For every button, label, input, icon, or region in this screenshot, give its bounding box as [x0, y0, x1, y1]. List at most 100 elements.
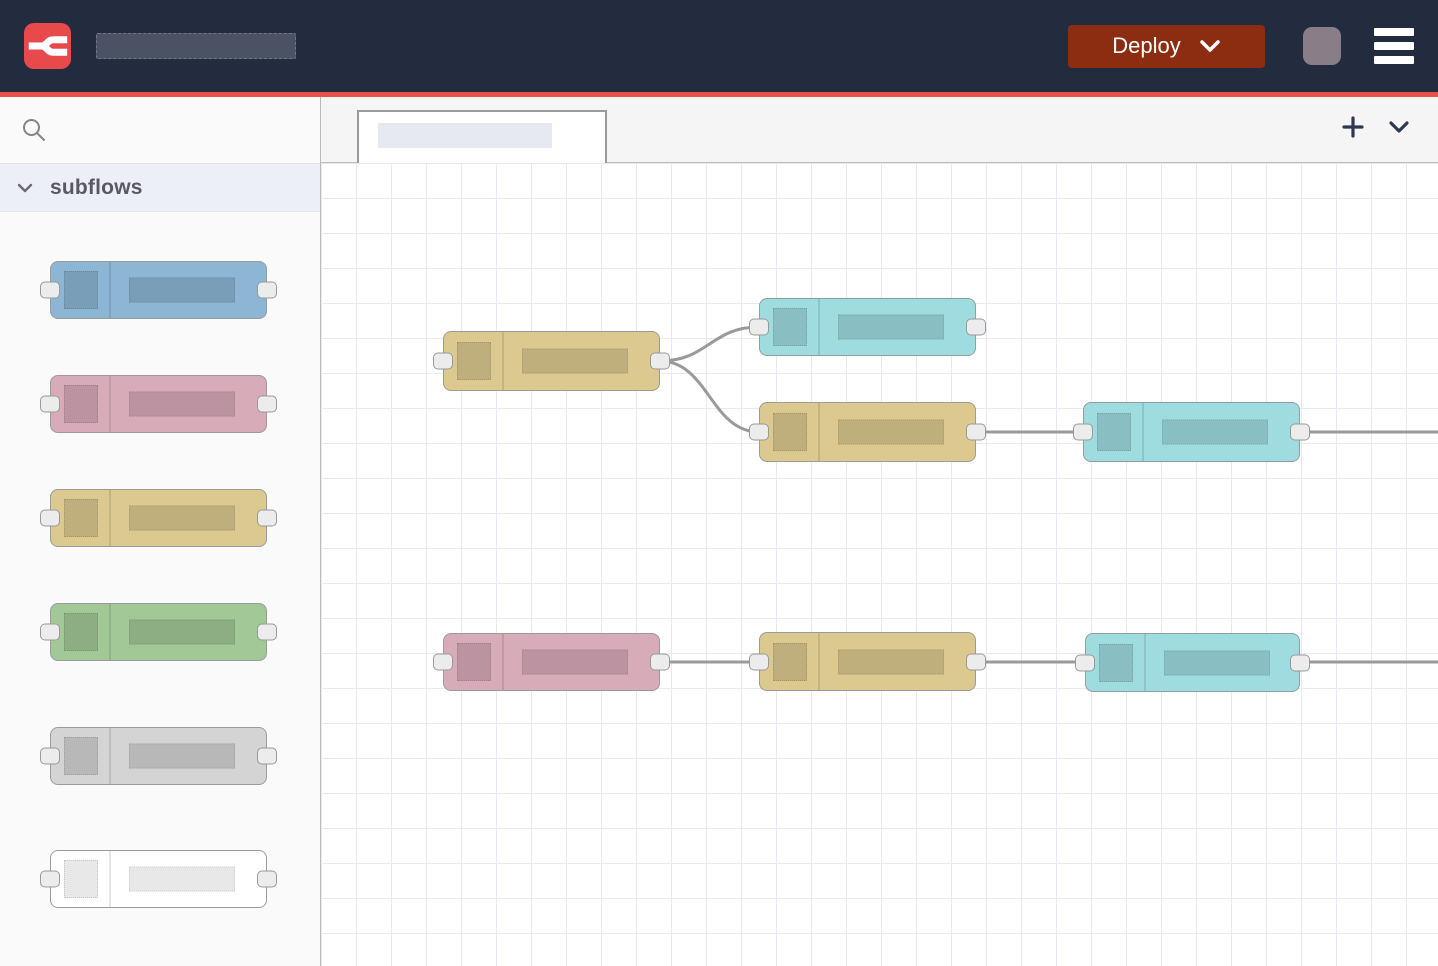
node-red-fork-icon	[28, 26, 68, 66]
node-divider	[109, 604, 111, 660]
node-input-port[interactable]	[1075, 654, 1095, 671]
node-label-placeholder	[838, 649, 944, 674]
node-output-port[interactable]	[650, 654, 670, 671]
node-icon	[64, 385, 98, 423]
flow-node-yellow-3[interactable]	[759, 632, 976, 691]
node-icon	[64, 613, 98, 651]
node-icon	[64, 737, 98, 775]
node-input-port[interactable]	[40, 282, 60, 299]
node-icon	[64, 860, 98, 898]
node-divider	[502, 634, 504, 690]
chevron-down-icon	[17, 183, 33, 193]
palette-sidebar: subflows	[0, 97, 321, 966]
deploy-button[interactable]: Deploy	[1068, 25, 1265, 68]
flow-node-cyan-3[interactable]	[1085, 633, 1300, 692]
palette-node-green[interactable]	[50, 603, 267, 661]
node-label-placeholder	[522, 349, 628, 374]
tab-actions	[1342, 97, 1410, 157]
chevron-down-icon	[1388, 119, 1410, 135]
node-divider	[109, 376, 111, 432]
wire[interactable]	[660, 361, 759, 432]
search-icon	[21, 117, 47, 143]
node-icon	[1097, 413, 1131, 451]
node-label-placeholder	[1162, 420, 1268, 445]
node-input-port[interactable]	[749, 424, 769, 441]
node-icon	[457, 643, 491, 681]
user-avatar[interactable]	[1303, 27, 1341, 65]
node-input-port[interactable]	[1073, 424, 1093, 441]
node-divider	[109, 728, 111, 784]
node-input-port[interactable]	[40, 624, 60, 641]
app-logo	[24, 23, 71, 69]
node-input-port[interactable]	[40, 396, 60, 413]
node-input-port[interactable]	[40, 748, 60, 765]
subflows-section-label: subflows	[50, 176, 143, 200]
workspace	[321, 97, 1438, 966]
node-label-placeholder	[522, 650, 628, 675]
flow-canvas[interactable]	[321, 163, 1438, 966]
node-divider	[818, 299, 820, 355]
node-label-placeholder	[129, 867, 235, 892]
flow-node-cyan-1[interactable]	[759, 298, 976, 356]
palette-node-blue[interactable]	[50, 261, 267, 319]
flow-node-yellow-2[interactable]	[759, 402, 976, 462]
flow-node-pink-1[interactable]	[443, 633, 660, 691]
node-output-port[interactable]	[966, 319, 986, 336]
node-divider	[1142, 403, 1144, 461]
flow-editor-app: Deploy subflows	[0, 0, 1438, 966]
node-label-placeholder	[838, 315, 944, 340]
node-icon	[1099, 644, 1133, 682]
workspace-title-placeholder	[96, 33, 296, 59]
menu-icon[interactable]	[1374, 28, 1414, 64]
palette-search[interactable]	[0, 97, 320, 163]
subflows-section-header[interactable]: subflows	[0, 163, 320, 212]
node-divider	[1144, 634, 1146, 691]
node-icon	[64, 499, 98, 537]
node-input-port[interactable]	[749, 653, 769, 670]
node-label-placeholder	[129, 506, 235, 531]
flow-list-button[interactable]	[1388, 119, 1410, 135]
node-output-port[interactable]	[257, 510, 277, 527]
flow-tab-bar	[321, 97, 1438, 163]
node-label-placeholder	[129, 392, 235, 417]
node-output-port[interactable]	[257, 624, 277, 641]
node-label-placeholder	[129, 744, 235, 769]
flow-node-yellow-1[interactable]	[443, 331, 660, 391]
add-flow-button[interactable]	[1342, 116, 1364, 138]
node-output-port[interactable]	[257, 748, 277, 765]
node-output-port[interactable]	[257, 282, 277, 299]
node-output-port[interactable]	[1290, 654, 1310, 671]
flow-node-cyan-2[interactable]	[1083, 402, 1300, 462]
header-bar: Deploy	[0, 0, 1438, 92]
palette-node-white[interactable]	[50, 850, 267, 908]
node-divider	[109, 262, 111, 318]
palette-node-gray[interactable]	[50, 727, 267, 785]
node-input-port[interactable]	[40, 871, 60, 888]
node-label-placeholder	[129, 620, 235, 645]
node-divider	[109, 851, 111, 907]
palette-node-yellow[interactable]	[50, 489, 267, 547]
node-output-port[interactable]	[257, 871, 277, 888]
node-input-port[interactable]	[749, 319, 769, 336]
node-label-placeholder	[129, 278, 235, 303]
chevron-down-icon	[1199, 39, 1221, 53]
node-input-port[interactable]	[433, 353, 453, 370]
node-output-port[interactable]	[1290, 424, 1310, 441]
plus-icon	[1342, 116, 1364, 138]
wires-layer	[321, 163, 1438, 966]
flow-tab-title-placeholder	[378, 123, 552, 148]
wire[interactable]	[660, 327, 759, 361]
flow-tab[interactable]	[357, 110, 607, 163]
palette-node-pink[interactable]	[50, 375, 267, 433]
deploy-label: Deploy	[1112, 33, 1180, 59]
node-divider	[502, 332, 504, 390]
node-output-port[interactable]	[257, 396, 277, 413]
node-output-port[interactable]	[966, 424, 986, 441]
node-input-port[interactable]	[433, 654, 453, 671]
node-icon	[64, 271, 98, 309]
node-divider	[109, 490, 111, 546]
node-input-port[interactable]	[40, 510, 60, 527]
node-label-placeholder	[838, 420, 944, 445]
node-output-port[interactable]	[650, 353, 670, 370]
node-output-port[interactable]	[966, 653, 986, 670]
